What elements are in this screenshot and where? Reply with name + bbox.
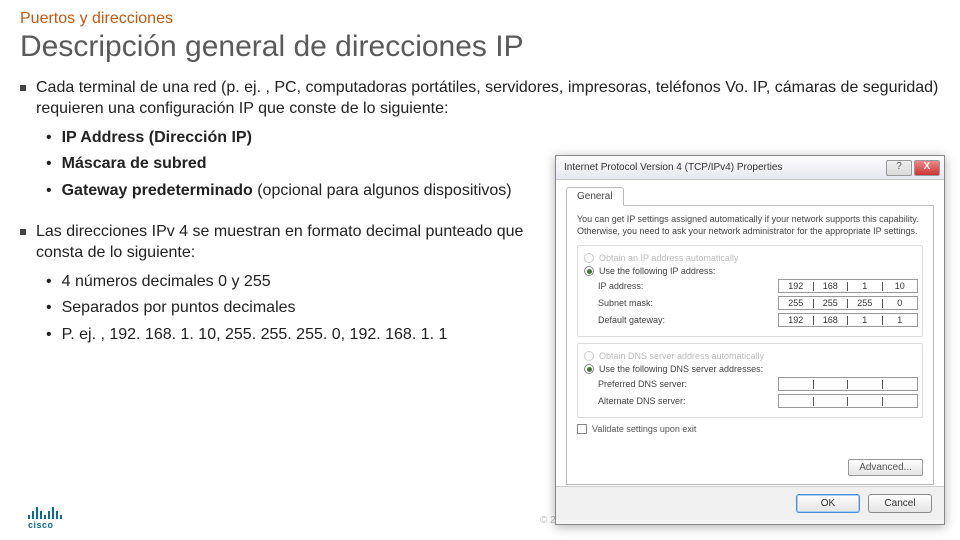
ipv4-format-text: Las direcciones IPv 4 se muestran en for… [36, 222, 530, 264]
section-label: Puertos y direcciones [20, 10, 940, 28]
ip-octet[interactable]: 192 [779, 316, 814, 325]
close-button[interactable]: X [914, 160, 940, 176]
radio-obtain-dns-label: Obtain DNS server address automatically [599, 351, 764, 361]
sub-range: 4 números decimales 0 y 255 [62, 272, 271, 293]
label-ip-address: IP address: [598, 281, 643, 291]
ip-octet[interactable]: 168 [814, 282, 849, 291]
ip-octet[interactable] [779, 397, 814, 406]
radio-icon [584, 266, 594, 276]
radio-obtain-ip[interactable]: Obtain an IP address automatically [584, 253, 918, 263]
ip-octet[interactable] [814, 397, 849, 406]
ip-octet[interactable]: 192 [779, 282, 814, 291]
bullet-dot-icon: • [46, 154, 52, 175]
dialog-description: You can get IP settings assigned automat… [577, 214, 923, 237]
ip-octet[interactable] [814, 380, 849, 389]
alternate-dns-input[interactable] [778, 394, 918, 408]
dns-group: Obtain DNS server address automatically … [577, 343, 923, 418]
bullet-square-icon [20, 229, 26, 235]
ip-octet[interactable]: 255 [779, 299, 814, 308]
cisco-text: cisco [28, 520, 54, 530]
brand-footer: cisco [28, 505, 62, 530]
dialog-titlebar[interactable]: Internet Protocol Version 4 (TCP/IPv4) P… [556, 156, 944, 180]
cisco-bars-icon [28, 505, 62, 519]
radio-use-ip-label: Use the following IP address: [599, 266, 715, 276]
radio-use-ip[interactable]: Use the following IP address: [584, 266, 918, 276]
ip-octet[interactable] [848, 380, 883, 389]
ip-octet[interactable] [848, 397, 883, 406]
bullet-dot-icon: • [46, 272, 52, 293]
dialog-footer: OK Cancel [556, 486, 944, 520]
label-preferred-dns: Preferred DNS server: [598, 379, 687, 389]
ipv4-properties-dialog: Internet Protocol Version 4 (TCP/IPv4) P… [555, 155, 945, 525]
tab-pane: You can get IP settings assigned automat… [566, 205, 934, 485]
ip-octet[interactable] [883, 397, 918, 406]
ip-octet[interactable]: 10 [883, 282, 918, 291]
label-subnet-mask: Subnet mask: [598, 298, 653, 308]
cancel-button[interactable]: Cancel [868, 494, 932, 513]
sub-gateway: Gateway predeterminado (opcional para al… [62, 181, 512, 202]
validate-checkbox-row[interactable]: Validate settings upon exit [577, 424, 923, 434]
intro-text: Cada terminal de una red (p. ej. , PC, c… [36, 78, 940, 120]
sub-ip-address: IP Address (Dirección IP) [62, 128, 252, 149]
bullet-square-icon [20, 85, 26, 91]
sub-subnet-mask: Máscara de subred [62, 154, 207, 175]
sub-separated: Separados por puntos decimales [62, 298, 296, 319]
ip-octet[interactable]: 1 [883, 316, 918, 325]
bullet-dot-icon: • [46, 298, 52, 319]
sub-gateway-bold: Gateway predeterminado [62, 182, 253, 199]
label-default-gateway: Default gateway: [598, 315, 665, 325]
ip-octet[interactable]: 255 [814, 299, 849, 308]
ip-octet[interactable]: 0 [883, 299, 918, 308]
validate-label: Validate settings upon exit [592, 424, 696, 434]
ip-octet[interactable]: 1 [848, 316, 883, 325]
sub-gateway-rest: (opcional para algunos dispositivos) [253, 182, 512, 199]
radio-use-dns-label: Use the following DNS server addresses: [599, 364, 763, 374]
page-title: Descripción general de direcciones IP [20, 30, 940, 64]
bullet-dot-icon: • [46, 325, 52, 346]
default-gateway-input[interactable]: 192 168 1 1 [778, 313, 918, 327]
ip-address-input[interactable]: 192 168 1 10 [778, 279, 918, 293]
cisco-logo: cisco [28, 505, 62, 530]
radio-use-dns[interactable]: Use the following DNS server addresses: [584, 364, 918, 374]
bullet-dot-icon: • [46, 128, 52, 149]
advanced-button[interactable]: Advanced... [848, 459, 923, 476]
preferred-dns-input[interactable] [778, 377, 918, 391]
radio-obtain-ip-label: Obtain an IP address automatically [599, 253, 738, 263]
checkbox-icon[interactable] [577, 424, 587, 434]
ip-octet[interactable]: 255 [848, 299, 883, 308]
dialog-title: Internet Protocol Version 4 (TCP/IPv4) P… [564, 162, 782, 173]
bullet-dot-icon: • [46, 181, 52, 202]
ip-octet[interactable] [779, 380, 814, 389]
help-button[interactable]: ? [886, 160, 912, 176]
ip-octet[interactable]: 168 [814, 316, 849, 325]
radio-icon [584, 351, 594, 361]
tab-general[interactable]: General [566, 187, 624, 206]
radio-obtain-dns[interactable]: Obtain DNS server address automatically [584, 351, 918, 361]
radio-icon [584, 364, 594, 374]
ip-octet[interactable]: 1 [848, 282, 883, 291]
ip-group: Obtain an IP address automatically Use t… [577, 245, 923, 337]
radio-icon [584, 253, 594, 263]
label-alternate-dns: Alternate DNS server: [598, 396, 686, 406]
subnet-mask-input[interactable]: 255 255 255 0 [778, 296, 918, 310]
ip-octet[interactable] [883, 380, 918, 389]
ok-button[interactable]: OK [796, 494, 860, 513]
sub-example: P. ej. , 192. 168. 1. 10, 255. 255. 255.… [62, 325, 448, 346]
